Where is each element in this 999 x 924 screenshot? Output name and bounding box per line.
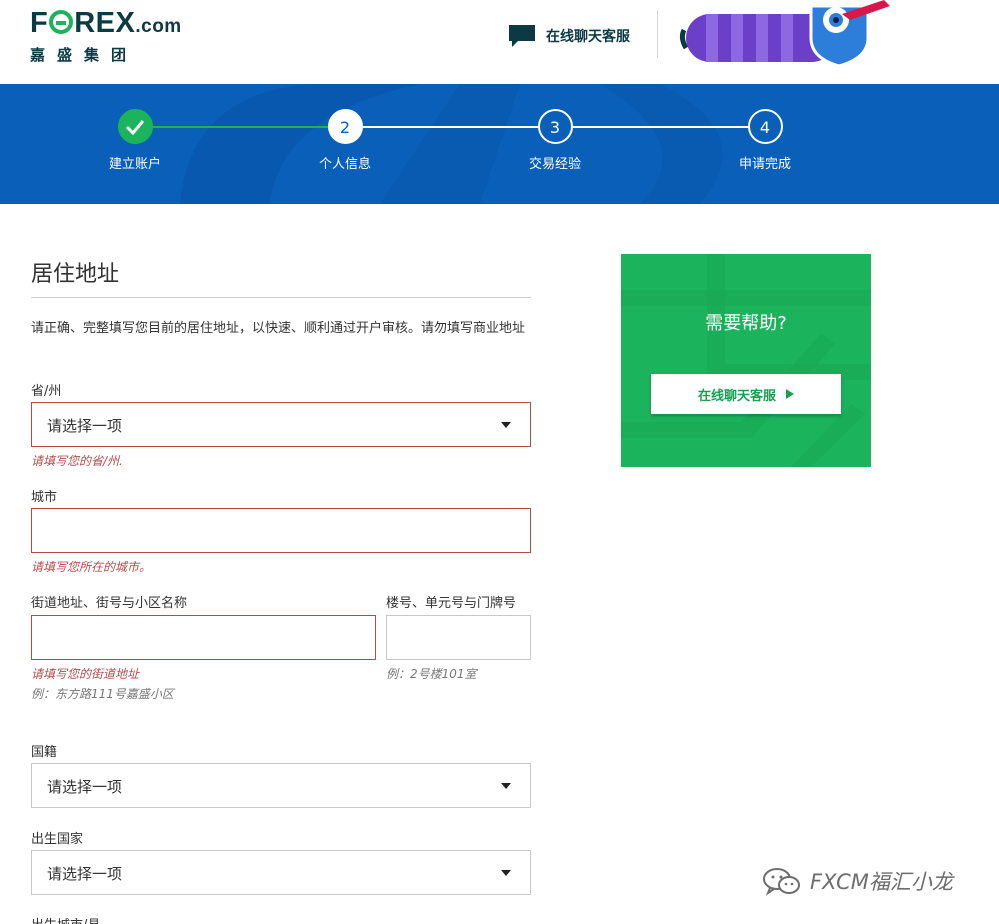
step-3-circle: 3 <box>537 109 573 144</box>
street-input[interactable] <box>31 615 376 660</box>
city-input[interactable] <box>31 508 531 553</box>
help-panel: 需要帮助? 在线聊天客服 <box>621 254 871 467</box>
section-title: 居住地址 <box>31 262 120 287</box>
city-label: 城市 <box>31 490 58 505</box>
wechat-watermark: FXCM福汇小龙 <box>762 866 953 896</box>
section-divider <box>31 297 531 298</box>
province-error: 请填写您的省/州. <box>31 454 123 468</box>
mascot-illustration <box>679 0 890 68</box>
city-error: 请填写您所在的城市。 <box>31 560 152 574</box>
form-intro-text: 请正确、完整填写您目前的居住地址，以快速、顺利通过开户审核。请勿填写商业地址 <box>31 321 526 336</box>
help-title: 需要帮助? <box>705 313 787 334</box>
step-2-label: 个人信息 <box>318 157 371 172</box>
wechat-icon <box>763 868 800 896</box>
nationality-label: 国籍 <box>31 745 58 760</box>
step-3-label: 交易经验 <box>528 157 581 172</box>
chat-bubble-icon <box>509 25 535 47</box>
logo-subtitle: 嘉盛集团 <box>30 46 139 64</box>
province-value: 请选择一项 <box>47 417 123 435</box>
logo-wordmark: F REX.com <box>30 7 182 39</box>
street-hint: 例：东方路111号嘉盛小区 <box>31 687 174 701</box>
step-4-label: 申请完成 <box>738 157 791 172</box>
logo-domain: .com <box>135 16 182 37</box>
forex-logo[interactable]: F REX.com 嘉盛集团 <box>30 8 182 65</box>
step-1-label: 建立账户 <box>108 157 161 172</box>
step-4-circle: 4 <box>747 109 783 144</box>
site-header: F REX.com 嘉盛集团 在线聊天客服 <box>0 0 999 84</box>
step-create-account: 建立账户 <box>75 109 195 172</box>
building-hint: 例：2号楼101室 <box>386 667 477 681</box>
help-background-pattern <box>621 254 871 467</box>
header-chat-label: 在线聊天客服 <box>546 29 630 45</box>
building-label: 楼号、单元号与门牌号 <box>386 596 517 611</box>
province-label: 省/州 <box>31 384 62 399</box>
birth-city-label: 出生城市/县 <box>31 914 100 924</box>
step-2-circle: 2 <box>327 109 363 144</box>
step-1-circle <box>117 109 153 144</box>
header-divider <box>657 10 658 58</box>
step-personal-info: 2 个人信息 <box>285 109 405 172</box>
header-chat-link[interactable]: 在线聊天客服 <box>508 24 630 48</box>
nationality-select[interactable]: 请选择一项 <box>31 763 531 808</box>
birth-country-value: 请选择一项 <box>47 865 123 883</box>
watermark-text: FXCM福汇小龙 <box>810 870 953 894</box>
step-trading-experience: 3 交易经验 <box>495 109 615 172</box>
step-complete: 4 申请完成 <box>705 109 825 172</box>
street-label: 街道地址、街号与小区名称 <box>31 596 188 611</box>
province-select[interactable]: 请选择一项 <box>31 402 531 447</box>
help-chat-button[interactable]: 在线聊天客服 <box>651 374 841 414</box>
building-input[interactable] <box>386 615 531 660</box>
street-error: 请填写您的街道地址 <box>31 667 140 681</box>
logo-o-icon <box>49 10 74 34</box>
birth-country-label: 出生国家 <box>31 832 84 847</box>
help-chat-button-label: 在线聊天客服 <box>697 388 776 404</box>
chevron-down-icon <box>501 422 511 428</box>
chevron-down-icon <box>501 783 511 789</box>
check-icon <box>125 120 145 136</box>
nationality-value: 请选择一项 <box>47 778 123 796</box>
chevron-down-icon <box>501 870 511 876</box>
play-arrow-icon <box>786 389 794 399</box>
signup-progress: 建立账户 2 个人信息 3 交易经验 4 申请完成 <box>0 84 999 204</box>
birth-country-select[interactable]: 请选择一项 <box>31 850 531 895</box>
